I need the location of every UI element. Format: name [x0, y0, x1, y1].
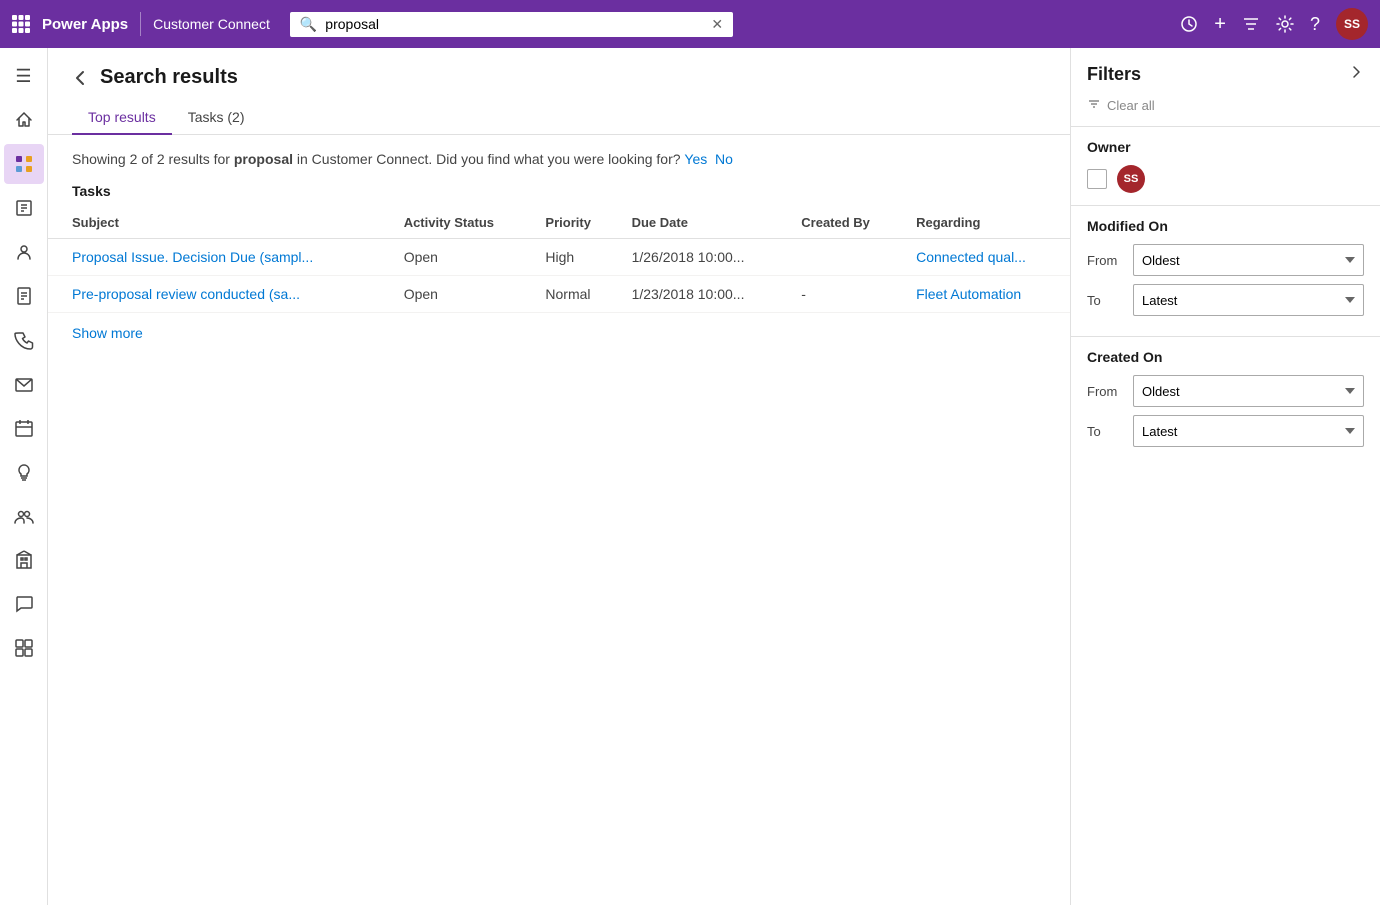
- filter-panel: Filters Clear all: [1070, 48, 1380, 905]
- results-table: Subject Activity Status Priority Due Dat…: [48, 207, 1070, 313]
- page-header: Search results: [48, 48, 1070, 89]
- row1-regarding-link[interactable]: Connected qual...: [916, 249, 1026, 265]
- sidebar-item-phone[interactable]: [4, 320, 44, 360]
- topbar-actions: + ? SS: [1180, 8, 1368, 40]
- filter-clear-icon: [1087, 97, 1101, 114]
- search-icon: 🔍: [300, 16, 317, 33]
- sidebar-item-records[interactable]: [4, 188, 44, 228]
- col-created-by: Created By: [789, 207, 904, 239]
- created-on-from-row: From Oldest Latest: [1087, 375, 1364, 407]
- show-more-link[interactable]: Show more: [48, 313, 1070, 353]
- created-to-label: To: [1087, 424, 1123, 439]
- created-on-title: Created On: [1087, 349, 1364, 365]
- table-row: Proposal Issue. Decision Due (sampl... O…: [48, 239, 1070, 276]
- results-suffix: in Customer Connect. Did you find what y…: [293, 151, 681, 167]
- col-due-date: Due Date: [620, 207, 790, 239]
- sidebar-item-groups[interactable]: [4, 496, 44, 536]
- col-subject: Subject: [48, 207, 392, 239]
- user-avatar[interactable]: SS: [1336, 8, 1368, 40]
- tabs: Top results Tasks (2): [48, 89, 1070, 135]
- yes-link[interactable]: Yes: [684, 151, 707, 167]
- owner-section-title: Owner: [1087, 139, 1364, 155]
- modified-on-from-row: From Oldest Latest: [1087, 244, 1364, 276]
- row2-status: Open: [392, 276, 534, 313]
- sidebar-item-contacts[interactable]: [4, 232, 44, 272]
- sidebar-item-bulb[interactable]: [4, 452, 44, 492]
- page-title: Search results: [100, 66, 238, 89]
- sidebar-item-chat[interactable]: [4, 584, 44, 624]
- main-layout: ☰: [0, 48, 1380, 905]
- sidebar-item-home[interactable]: [4, 100, 44, 140]
- row2-priority: Normal: [533, 276, 619, 313]
- topbar: Power Apps Customer Connect 🔍 ✕ +: [0, 0, 1380, 48]
- content-area: Search results Top results Tasks (2) Sho…: [48, 48, 1380, 905]
- row1-priority: High: [533, 239, 619, 276]
- main-panel: Search results Top results Tasks (2) Sho…: [48, 48, 1070, 905]
- results-query: proposal: [234, 151, 293, 167]
- row1-subject-link[interactable]: Proposal Issue. Decision Due (sampl...: [72, 249, 313, 265]
- filter-icon[interactable]: [1242, 15, 1260, 33]
- filter-header: Filters: [1071, 48, 1380, 93]
- table-row: Pre-proposal review conducted (sa... Ope…: [48, 276, 1070, 313]
- sidebar: ☰: [0, 48, 48, 905]
- env-name: Customer Connect: [153, 16, 270, 32]
- settings-icon[interactable]: [1276, 15, 1294, 33]
- owner-checkbox[interactable]: [1087, 169, 1107, 189]
- app-name: Power Apps: [42, 16, 128, 33]
- search-box: 🔍 ✕: [290, 12, 733, 37]
- sidebar-item-email[interactable]: [4, 364, 44, 404]
- owner-avatar[interactable]: SS: [1117, 165, 1145, 193]
- col-priority: Priority: [533, 207, 619, 239]
- tasks-section-title: Tasks: [48, 175, 1070, 207]
- modified-on-to-row: To Oldest Latest: [1087, 284, 1364, 316]
- sidebar-item-calendar[interactable]: [4, 408, 44, 448]
- row2-due-date: 1/23/2018 10:00...: [620, 276, 790, 313]
- filter-collapse-button[interactable]: [1348, 64, 1364, 85]
- results-info: Showing 2 of 2 results for proposal in C…: [48, 135, 1070, 175]
- modified-from-label: From: [1087, 253, 1123, 268]
- sidebar-item-dashboard[interactable]: [4, 144, 44, 184]
- filter-clear-all[interactable]: Clear all: [1071, 93, 1380, 126]
- row1-created-by: [789, 239, 904, 276]
- search-input[interactable]: [325, 16, 703, 32]
- modified-on-title: Modified On: [1087, 218, 1364, 234]
- col-regarding: Regarding: [904, 207, 1070, 239]
- sidebar-item-extensions[interactable]: [4, 628, 44, 668]
- created-from-select[interactable]: Oldest Latest: [1133, 375, 1364, 407]
- row2-regarding-link[interactable]: Fleet Automation: [916, 286, 1021, 302]
- grid-icon[interactable]: [12, 15, 30, 33]
- add-icon[interactable]: +: [1214, 13, 1226, 36]
- modified-to-label: To: [1087, 293, 1123, 308]
- row2-created-by: -: [789, 276, 904, 313]
- topbar-divider: [140, 12, 141, 36]
- created-on-to-row: To Oldest Latest: [1087, 415, 1364, 447]
- modified-from-select[interactable]: Oldest Latest: [1133, 244, 1364, 276]
- sync-icon[interactable]: [1180, 15, 1198, 33]
- row1-due-date: 1/26/2018 10:00...: [620, 239, 790, 276]
- owner-checkboxes: SS: [1087, 165, 1364, 193]
- help-icon[interactable]: ?: [1310, 14, 1320, 35]
- tab-tasks[interactable]: Tasks (2): [172, 101, 261, 135]
- filter-modified-on-section: Modified On From Oldest Latest To Oldest…: [1071, 205, 1380, 336]
- back-button[interactable]: [72, 69, 90, 87]
- results-prefix: Showing 2 of 2 results for: [72, 151, 234, 167]
- row1-status: Open: [392, 239, 534, 276]
- no-link[interactable]: No: [715, 151, 733, 167]
- filter-title: Filters: [1087, 64, 1141, 85]
- tab-top-results[interactable]: Top results: [72, 101, 172, 135]
- filter-owner-section: Owner SS: [1071, 126, 1380, 205]
- sidebar-item-building[interactable]: [4, 540, 44, 580]
- created-to-select[interactable]: Oldest Latest: [1133, 415, 1364, 447]
- sidebar-item-menu[interactable]: ☰: [4, 56, 44, 96]
- sidebar-item-notes[interactable]: [4, 276, 44, 316]
- clear-search-icon[interactable]: ✕: [711, 16, 723, 33]
- row2-subject-link[interactable]: Pre-proposal review conducted (sa...: [72, 286, 300, 302]
- modified-to-select[interactable]: Oldest Latest: [1133, 284, 1364, 316]
- created-from-label: From: [1087, 384, 1123, 399]
- filter-created-on-section: Created On From Oldest Latest To Oldest …: [1071, 336, 1380, 467]
- col-activity-status: Activity Status: [392, 207, 534, 239]
- clear-all-label: Clear all: [1107, 98, 1155, 113]
